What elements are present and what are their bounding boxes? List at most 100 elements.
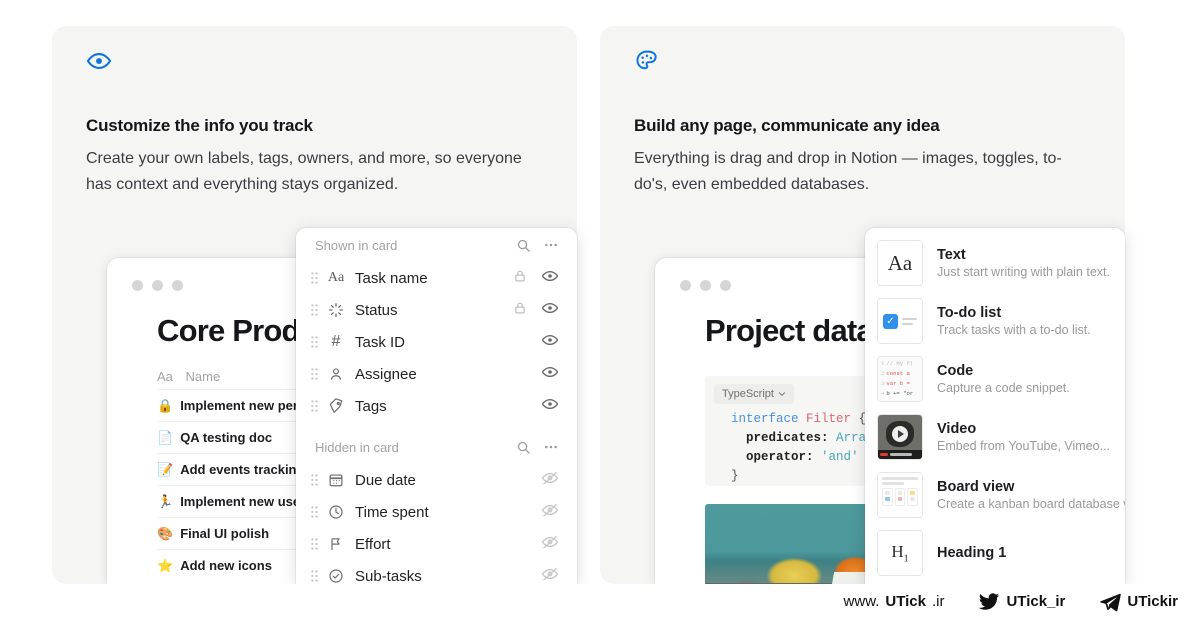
row-emoji-icon: 📝 — [157, 462, 174, 477]
check-circle-icon — [321, 568, 351, 584]
drag-handle-icon[interactable] — [307, 368, 321, 380]
window-dot-zoom[interactable] — [720, 280, 731, 291]
window-dot-zoom[interactable] — [172, 280, 183, 291]
property-row-status[interactable]: Status — [296, 294, 577, 326]
ellipsis-icon[interactable] — [543, 439, 559, 455]
eye-icon[interactable] — [541, 331, 559, 354]
search-icon[interactable] — [516, 440, 531, 455]
eye-icon[interactable] — [541, 395, 559, 418]
lock-icon — [513, 301, 527, 320]
block-item-title: To-do list — [937, 305, 1002, 321]
property-label: Sub-tasks — [355, 567, 422, 585]
row-name: Final UI polish — [180, 526, 270, 541]
code-string: 'and' — [821, 450, 859, 464]
calendar-icon — [321, 472, 351, 488]
eye-off-icon[interactable] — [541, 565, 559, 585]
eye-icon[interactable] — [541, 363, 559, 386]
tag-icon — [321, 398, 351, 414]
play-icon — [892, 426, 908, 443]
eye-off-icon[interactable] — [541, 533, 559, 556]
property-row-effort[interactable]: Effort — [296, 528, 577, 560]
drag-handle-icon[interactable] — [307, 272, 321, 284]
clock-icon — [321, 504, 351, 520]
property-label: Time spent — [355, 503, 429, 521]
code-language-selector[interactable]: TypeScript — [714, 384, 794, 404]
block-item-description: Capture a code snippet. — [937, 381, 1070, 395]
text-aa-icon: Aa — [327, 270, 345, 285]
status-spinner-icon — [321, 302, 351, 318]
code-snippet-thumbnail: 1// My f( 2 const a 3 var b = 4b += "or — [877, 356, 923, 402]
property-row-assignee[interactable]: Assignee — [296, 358, 577, 390]
block-menu-item-text[interactable]: Aa Text Just start writing with plain te… — [865, 234, 1125, 292]
block-menu-item-todo-list[interactable]: ✓ To-do list Track tasks with a to-do li… — [865, 292, 1125, 350]
block-menu-item-code[interactable]: 1// My f( 2 const a 3 var b = 4b += "or Co… — [865, 350, 1125, 408]
twitter-handle: UTick_ir — [1006, 593, 1066, 610]
card-description: Create your own labels, tags, owners, an… — [86, 150, 522, 193]
property-label: Due date — [355, 471, 416, 489]
property-label: Assignee — [355, 365, 417, 383]
row-name: Add new icons — [180, 558, 272, 573]
property-row-sub-tasks[interactable]: Sub-tasks — [296, 560, 577, 584]
code-type: Filter — [806, 412, 852, 426]
block-item-title: Board view — [937, 479, 1015, 495]
block-menu-item-video[interactable]: Video Embed from YouTube, Vimeo... — [865, 408, 1125, 466]
drag-handle-icon[interactable] — [307, 506, 321, 518]
property-row-tags[interactable]: Tags — [296, 390, 577, 422]
video-play-thumbnail — [877, 414, 923, 460]
property-row-task-name[interactable]: Aa Task name — [296, 262, 577, 294]
drag-handle-icon[interactable] — [307, 474, 321, 486]
drag-handle-icon[interactable] — [307, 304, 321, 316]
row-emoji-icon: 🎨 — [157, 526, 174, 541]
window-dot-close[interactable] — [132, 280, 143, 291]
row-name: QA testing doc — [180, 430, 273, 445]
eye-off-icon[interactable] — [541, 501, 559, 524]
text-aa-thumbnail: Aa — [877, 240, 923, 286]
block-menu-item-board-view[interactable]: Board view Create a kanban board databas… — [865, 466, 1125, 524]
property-row-due-date[interactable]: Due date — [296, 464, 577, 496]
flag-icon — [321, 536, 351, 552]
row-name: Implement new perm — [180, 398, 310, 413]
window-dot-close[interactable] — [680, 280, 691, 291]
drag-handle-icon[interactable] — [307, 336, 321, 348]
window-title: Project data — [705, 313, 874, 348]
row-emoji-icon: 🔒 — [157, 398, 174, 413]
search-icon[interactable] — [516, 238, 531, 253]
window-dot-minimize[interactable] — [700, 280, 711, 291]
telegram-handle: UTickir — [1127, 593, 1178, 610]
website-watermark: www. UTick .ir — [844, 593, 945, 610]
twitter-bird-icon — [979, 592, 1000, 610]
checkbox-icon: ✓ — [883, 313, 898, 329]
table-column-header: Aa Name — [157, 369, 220, 384]
number-hash-icon: # — [331, 333, 341, 350]
eye-icon[interactable] — [541, 267, 559, 290]
block-item-description: Track tasks with a to-do list. — [937, 323, 1091, 337]
eye-icon[interactable] — [541, 299, 559, 322]
telegram-plane-icon — [1100, 593, 1122, 611]
section-title: Shown in card — [315, 237, 398, 253]
block-item-description: Just start writing with plain text. — [937, 265, 1110, 279]
drag-handle-icon[interactable] — [307, 570, 321, 582]
drag-handle-icon[interactable] — [307, 538, 321, 550]
text-aa-icon: Aa — [157, 369, 173, 384]
drag-handle-icon[interactable] — [307, 400, 321, 412]
window-dot-minimize[interactable] — [152, 280, 163, 291]
page-title: Build any page, communicate any idea — [634, 116, 940, 135]
ellipsis-icon[interactable] — [543, 237, 559, 253]
block-menu-item-heading-1[interactable]: H1 Heading 1 — [865, 524, 1125, 582]
window-traffic-lights — [680, 280, 731, 291]
window-title: Core Produ — [157, 313, 319, 348]
property-row-task-id[interactable]: # Task ID — [296, 326, 577, 358]
column-header-label: Name — [185, 369, 221, 384]
property-row-time-spent[interactable]: Time spent — [296, 496, 577, 528]
code-content: interface Filter { predicates: Array ope… — [731, 412, 874, 483]
screenshot-root: Customize the info you track Create your… — [0, 0, 1200, 619]
window-traffic-lights — [132, 280, 183, 291]
code-keyword: interface — [731, 412, 799, 426]
heading-h1-thumbnail: H1 — [877, 530, 923, 576]
chevron-down-icon — [778, 392, 786, 396]
section-title: Hidden in card — [315, 439, 399, 455]
block-item-title: Text — [937, 247, 966, 263]
eye-off-icon[interactable] — [541, 469, 559, 492]
person-icon — [321, 366, 351, 382]
twitter-watermark: UTick_ir — [978, 591, 1065, 613]
